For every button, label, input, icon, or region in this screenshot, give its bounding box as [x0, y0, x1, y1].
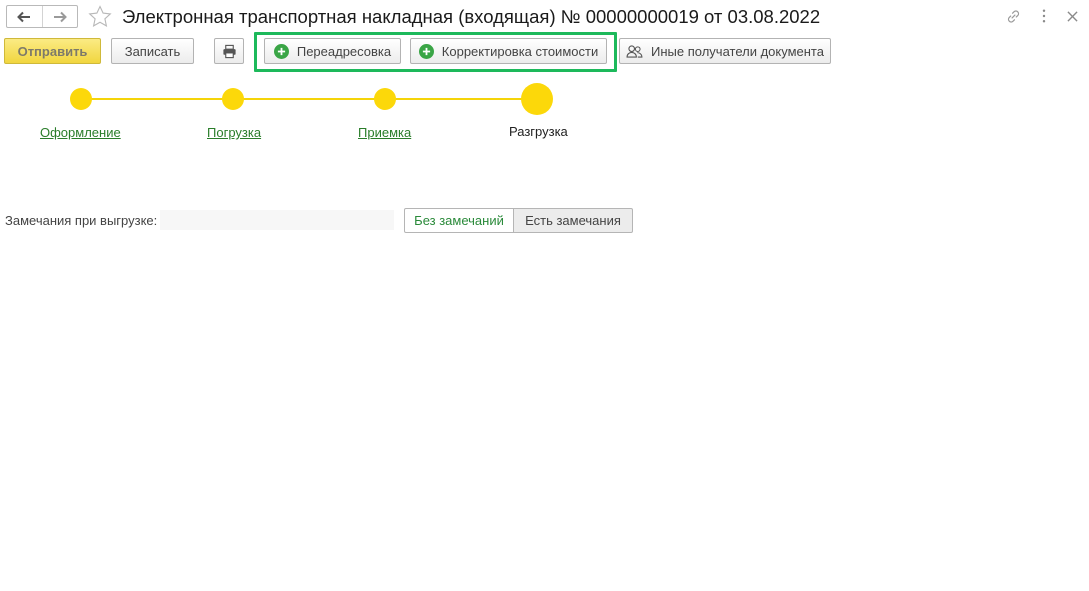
step-link-design[interactable]: Оформление: [40, 125, 121, 140]
more-vertical-icon: [1042, 9, 1046, 23]
cost-correction-label: Корректировка стоимости: [441, 43, 599, 59]
step-dot-design: [70, 88, 92, 110]
step-link-loading[interactable]: Погрузка: [207, 125, 261, 140]
print-button[interactable]: [214, 38, 244, 64]
other-recipients-button[interactable]: Иные получатели документа: [619, 38, 831, 64]
readdress-label: Переадресовка: [296, 43, 392, 59]
back-button[interactable]: [7, 6, 42, 27]
has-remarks-option[interactable]: Есть замечания: [513, 208, 633, 233]
step-link-acceptance[interactable]: Приемка: [358, 125, 411, 140]
users-icon: [626, 44, 643, 58]
add-circle-icon: [418, 43, 434, 59]
readdress-button[interactable]: Переадресовка: [264, 38, 401, 64]
link-button[interactable]: [1003, 6, 1023, 26]
step-dot-loading: [222, 88, 244, 110]
step-dot-unloading: [521, 83, 553, 115]
page-title: Электронная транспортная накладная (вход…: [122, 6, 821, 27]
close-button[interactable]: [1062, 6, 1082, 26]
cost-correction-button[interactable]: Корректировка стоимости: [410, 38, 607, 64]
arrow-left-icon: [17, 11, 31, 22]
save-button[interactable]: Записать: [111, 38, 194, 64]
forward-button[interactable]: [41, 6, 78, 27]
close-icon: [1066, 10, 1078, 22]
arrow-right-icon: [53, 11, 67, 22]
link-icon: [1007, 9, 1019, 23]
remarks-field: [160, 210, 394, 230]
add-circle-icon: [273, 43, 289, 59]
star-icon: [88, 5, 112, 27]
more-button[interactable]: [1034, 6, 1054, 26]
favorite-button[interactable]: [88, 5, 112, 27]
send-button[interactable]: Отправить: [4, 38, 101, 64]
step-label-unloading: Разгрузка: [509, 124, 568, 139]
other-recipients-label: Иные получатели документа: [651, 43, 824, 59]
history-navigation: [6, 5, 78, 28]
no-remarks-option[interactable]: Без замечаний: [404, 208, 514, 233]
remarks-label: Замечания при выгрузке:: [5, 213, 158, 228]
progress-line: [81, 98, 537, 100]
step-dot-acceptance: [374, 88, 396, 110]
printer-icon: [222, 44, 236, 58]
